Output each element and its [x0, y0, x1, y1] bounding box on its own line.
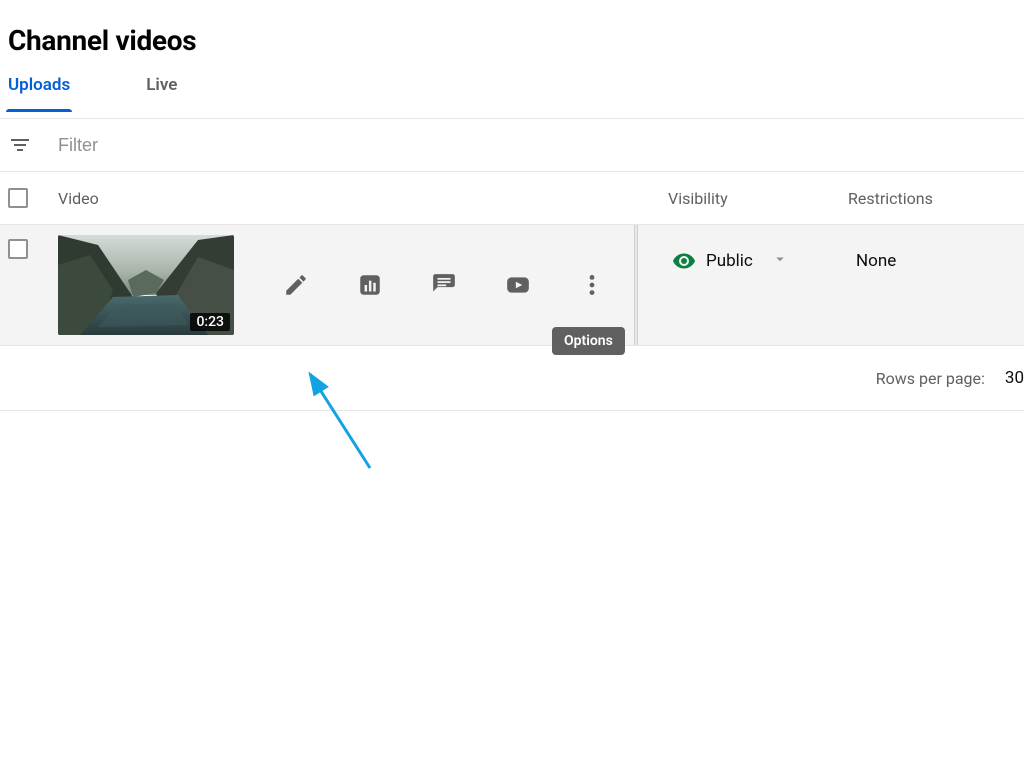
- table-row: 0:23 Public None Options: [0, 225, 1024, 346]
- page-title: Channel videos: [0, 0, 1024, 75]
- filter-icon[interactable]: [8, 133, 32, 157]
- row-checkbox[interactable]: [8, 239, 28, 259]
- options-tooltip: Options: [552, 327, 625, 355]
- restrictions-value: None: [856, 251, 896, 271]
- visibility-selector[interactable]: Public: [672, 249, 789, 273]
- edit-button[interactable]: [282, 271, 310, 299]
- row-actions: [282, 271, 606, 299]
- tabs-bar: Uploads Live: [0, 75, 1024, 119]
- visibility-label: Public: [706, 251, 753, 271]
- filter-bar: [0, 119, 1024, 172]
- comments-button[interactable]: [430, 271, 458, 299]
- options-button[interactable]: [578, 271, 606, 299]
- rows-per-page-label: Rows per page:: [876, 369, 985, 388]
- video-duration: 0:23: [190, 313, 230, 331]
- filter-input[interactable]: [58, 135, 1016, 156]
- caret-down-icon: [771, 250, 789, 272]
- analytics-button[interactable]: [356, 271, 384, 299]
- pagination-bar: Rows per page: 30: [0, 346, 1024, 411]
- column-divider: [634, 225, 638, 345]
- table-header: Video Visibility Restrictions: [0, 172, 1024, 225]
- tab-uploads[interactable]: Uploads: [8, 75, 70, 111]
- rows-per-page-value[interactable]: 30: [1005, 368, 1024, 388]
- tab-live[interactable]: Live: [146, 75, 177, 111]
- col-header-video: Video: [58, 189, 668, 208]
- eye-icon: [672, 249, 696, 273]
- col-header-restrictions: Restrictions: [848, 189, 1016, 208]
- video-thumbnail[interactable]: 0:23: [58, 235, 234, 335]
- select-all-checkbox[interactable]: [8, 188, 28, 208]
- play-on-youtube-button[interactable]: [504, 271, 532, 299]
- col-header-visibility: Visibility: [668, 189, 848, 208]
